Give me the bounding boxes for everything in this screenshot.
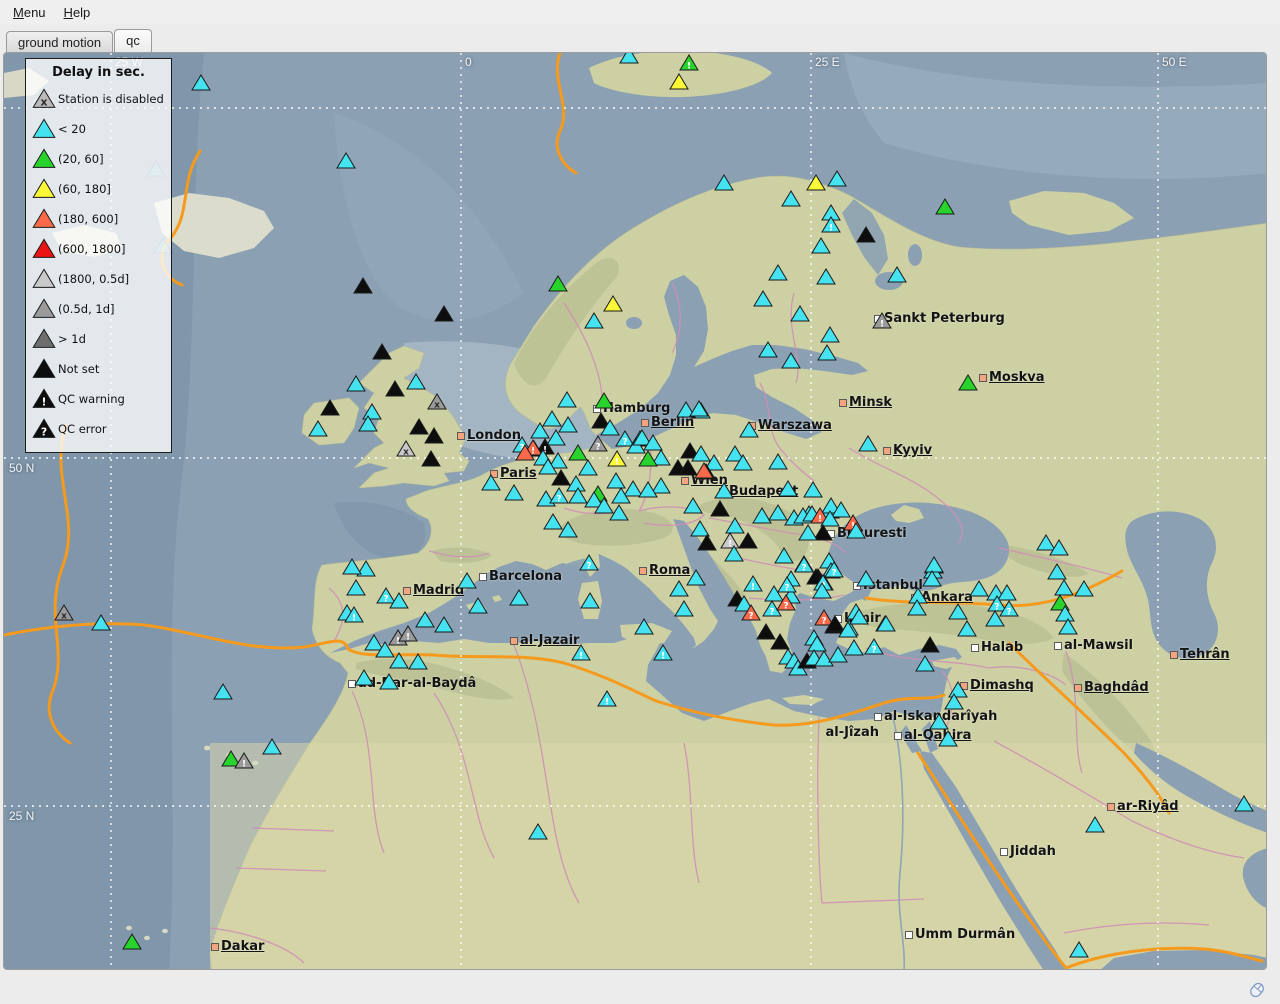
legend-item-label: < 20 [58, 122, 86, 136]
legend-triangle-icon [32, 327, 58, 351]
legend-item: ? QC error [32, 414, 165, 444]
legend-title: Delay in sec. [32, 65, 165, 80]
geo-shape [126, 926, 132, 930]
station-marker [33, 269, 55, 287]
legend-item: Not set [32, 354, 165, 384]
station-marker [33, 149, 55, 167]
legend-item: (1800, 0.5d] [32, 264, 165, 294]
geo-shape [144, 936, 150, 940]
svg-text:?: ? [41, 426, 47, 439]
legend-item-label: Not set [58, 362, 99, 376]
map-geography [4, 53, 1267, 970]
station-marker: ? [33, 419, 55, 438]
status-bar [0, 970, 1280, 1004]
tab-bar: ground motion qc [6, 29, 153, 52]
svg-text:x: x [41, 96, 48, 109]
station-marker [33, 239, 55, 257]
geo-shape [908, 244, 922, 266]
legend-triangle-icon [32, 357, 58, 381]
legend-triangle-icon [32, 297, 58, 321]
legend-item: < 20 [32, 114, 165, 144]
menu-bar: Menu Help [0, 0, 1280, 24]
legend-item-label: (0.5d, 1d] [58, 302, 115, 316]
legend-item: (600, 1800] [32, 234, 165, 264]
station-marker: ! [33, 389, 55, 408]
app-window: { "menubar": { "items": [ { "label": "Me… [0, 0, 1280, 1004]
legend-item-label: (600, 1800] [58, 242, 126, 256]
legend-item: (180, 600] [32, 204, 165, 234]
tab-qc[interactable]: qc [114, 29, 152, 52]
menu-item-help[interactable]: Help [55, 2, 100, 23]
legend-triangle-icon: ? [32, 417, 58, 441]
legend-triangle-icon [32, 267, 58, 291]
legend-item-label: > 1d [58, 332, 86, 346]
legend-item-label: (20, 60] [58, 152, 104, 166]
map-canvas[interactable]: 25 W025 E50 E50 N25 N LondonParisMadridB… [3, 52, 1267, 970]
legend-item-label: (60, 180] [58, 182, 111, 196]
legend-triangle-icon: x [32, 87, 58, 111]
station-marker: x [33, 89, 55, 108]
station-marker [33, 119, 55, 137]
geo-shape [252, 761, 258, 766]
legend-triangle-icon [32, 237, 58, 261]
legend-item: (0.5d, 1d] [32, 294, 165, 324]
legend-item-label: QC warning [58, 392, 125, 406]
station-marker [33, 299, 55, 317]
legend-item-label: Station is disabled [58, 92, 164, 106]
station-marker [33, 209, 55, 227]
station-marker [33, 329, 55, 347]
legend-triangle-icon [32, 207, 58, 231]
legend-item: (60, 180] [32, 174, 165, 204]
legend-item: > 1d [32, 324, 165, 354]
station-marker [33, 359, 55, 377]
legend-triangle-icon [32, 117, 58, 141]
svg-text:!: ! [42, 396, 47, 409]
legend-item-label: (180, 600] [58, 212, 118, 226]
geo-shape [210, 743, 1267, 970]
station-marker [33, 179, 55, 197]
legend-item: x Station is disabled [32, 84, 165, 114]
menu-item-menu[interactable]: Menu [4, 2, 55, 23]
geo-shape [162, 929, 168, 933]
mouse-icon [1246, 980, 1268, 1000]
tab-ground-motion[interactable]: ground motion [6, 31, 113, 52]
legend-item-label: QC error [58, 422, 107, 436]
legend-item: (20, 60] [32, 144, 165, 174]
geo-shape [626, 317, 642, 329]
geo-shape [204, 746, 210, 751]
delay-legend: Delay in sec. x Station is disabled < 20 (2… [25, 58, 172, 453]
legend-triangle-icon [32, 177, 58, 201]
geo-shape [274, 751, 280, 756]
legend-item-label: (1800, 0.5d] [58, 272, 129, 286]
legend-triangle-icon: ! [32, 387, 58, 411]
geo-shape [875, 272, 903, 290]
legend-item: ! QC warning [32, 384, 165, 414]
legend-triangle-icon [32, 147, 58, 171]
geo-shape [226, 753, 232, 758]
